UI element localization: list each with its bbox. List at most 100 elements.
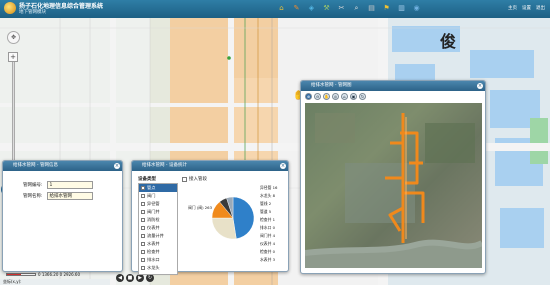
close-icon[interactable]: × [280,163,286,169]
image-tool-button[interactable]: ⊕ [305,93,312,100]
globe-icon[interactable]: ◉ [411,3,422,14]
device-pie-chart [211,196,255,240]
device-type-item[interactable]: 阀门井 [139,208,177,216]
device-type-item[interactable]: 水表井 [139,240,177,248]
device-panel-title: 给排水管网 - 设备统计 [142,163,187,168]
device-type-label: 管点 [147,185,156,190]
image-tool-button[interactable]: ⌂ [341,93,348,100]
scale-bar [6,273,36,276]
pie-label: 检查井 0 [260,249,276,254]
device-type-item[interactable]: 仪表井 [139,224,177,232]
device-type-item[interactable]: 管点 [139,184,177,192]
aerial-map-view[interactable] [305,103,482,268]
device-type-label: 阀门 [147,193,156,198]
checkbox-icon[interactable] [141,226,145,230]
device-panel-header: 给排水管网 - 设备统计 × [132,161,288,171]
pie-label: 水龙头 8 [260,193,276,198]
zoom-in-button[interactable]: + [8,52,18,62]
device-stats-panel: 给排水管网 - 设备统计 × 设备类型 接入管段 管点阀门异径管阀门井消防栓仪表… [131,160,289,275]
scale-text: 0 1366.20 0 2926.60 [38,272,80,277]
pipe-id-label: 管网编号: [23,183,43,188]
home-link[interactable]: 主页 [508,5,517,11]
image-panel-title: 给排水管网 - 管网图 [311,83,352,88]
device-type-item[interactable]: 检查井 [139,248,177,256]
nav-stop-icon[interactable]: ■ [126,274,134,282]
device-type-label: 流量计井 [147,233,164,238]
pie-label: 管道 5 [260,209,272,214]
measure-icon[interactable]: ✂ [336,3,347,14]
checkbox-icon[interactable] [141,186,145,190]
checkbox-icon[interactable] [141,242,145,246]
device-type-list: 管点阀门异径管阀门井消防栓仪表井 流量计井水表井检查井排水口水龙头 [138,183,178,275]
checkbox-icon[interactable] [141,250,145,254]
app-header: 扬子石化地理信息综合管理系统 地下管网模块 ⌂ ✎ ◈ ⚒ ✂ ⌕ ▤ ⚑ ▥ ◉ 主页 设置 退… [0,0,550,18]
checkbox-icon[interactable] [141,258,145,262]
status-line: 坐标(x,y): [0,279,110,285]
pan-control-icon[interactable]: ✥ [7,31,20,44]
image-tool-button[interactable]: ✋ [323,93,330,100]
device-type-label: 消防栓 [147,217,160,222]
map-label: 俊 [440,32,457,51]
pen-icon[interactable]: ✎ [291,3,302,14]
checkbox-icon[interactable] [141,210,145,214]
device-type-label: 阀门井 [147,209,160,214]
pie-label-left: 阀门 (阀) 263 [188,205,213,210]
zoom-slider[interactable] [12,58,15,163]
flag-icon[interactable]: ⚑ [381,3,392,14]
image-toolbar: ⊕ ⊖ ✋ ◎ ⌂ ▣ ↻ [305,93,366,100]
device-type-header: 设备类型 [138,177,156,182]
search-icon[interactable]: ⌕ [351,3,362,14]
image-tool-button[interactable]: ⊖ [314,93,321,100]
pie-label: 排水口 0 [260,225,276,230]
pie-label: 检查井 1 [260,217,276,222]
nav-refresh-icon[interactable]: ↻ [146,274,154,282]
pie-label: 管线 2 [260,201,272,206]
settings-link[interactable]: 设置 [522,5,531,11]
device-type-label: 水龙头 [147,265,160,270]
device-type-label: 异径管 [147,201,160,206]
tool-icon[interactable]: ⚒ [321,3,332,14]
close-icon[interactable]: × [477,83,483,89]
home-icon[interactable]: ⌂ [276,3,287,14]
image-tool-button[interactable]: ↻ [359,93,366,100]
network-image-panel: 给排水管网 - 管网图 × ⊕ ⊖ ✋ ◎ ⌂ ▣ ↻ [300,80,486,274]
device-type-item[interactable]: 消防栓 [139,216,177,224]
pie-label: 阀门井 4 [260,233,276,238]
checkbox-icon[interactable] [141,202,145,206]
print-icon[interactable]: ▤ [366,3,377,14]
checkbox-icon[interactable] [141,234,145,238]
device-type-item[interactable]: 排水口 [139,256,177,264]
checkbox-icon[interactable] [141,194,145,198]
close-icon[interactable]: × [114,163,120,169]
nav-prev-icon[interactable]: ◀ [116,274,124,282]
device-type-item[interactable]: 水龙头 [139,264,177,272]
pipe-name-field[interactable]: 给排水管网 [46,192,93,200]
device-type-label: 水表井 [147,241,160,246]
app-window: 扬子石化地理信息综合管理系统 地下管网模块 ⌂ ✎ ◈ ⚒ ✂ ⌕ ▤ ⚑ ▥ ◉ 主页 设置 退… [0,0,550,285]
aerial-features [305,113,482,268]
app-subtitle: 地下管网模块 [19,10,46,15]
pie-slice-0 [232,196,255,239]
nav-next-icon[interactable]: ▶ [136,274,144,282]
checkbox-icon[interactable] [141,218,145,222]
image-panel-header: 给排水管网 - 管网图 × [301,81,485,91]
checkbox-icon[interactable] [182,176,187,182]
pie-label: 仪表井 4 [260,241,276,246]
chart-icon[interactable]: ▥ [396,3,407,14]
image-tool-button[interactable]: ▣ [350,93,357,100]
show-connected-toggle[interactable]: 接入管段 [182,176,207,182]
device-type-item[interactable]: 异径管 [139,200,177,208]
checkbox-icon[interactable] [141,266,145,270]
image-tool-button[interactable]: ◎ [332,93,339,100]
logout-link[interactable]: 退出 [536,5,545,11]
device-type-label: 检查井 [147,249,160,254]
map-nav-buttons: ◀ ■ ▶ ↻ [116,274,154,282]
pipe-id-field[interactable]: 1 [46,181,93,189]
pie-slice-1 [211,217,237,240]
device-type-label: 排水口 [147,257,160,262]
device-type-item[interactable]: 流量计井 [139,232,177,240]
pipe-info-panel: 给排水管网 - 管网信息 × 管网编号: 1 管网名称: 给排水管网 [2,160,123,272]
layers-icon[interactable]: ◈ [306,3,317,14]
device-type-item[interactable]: 阀门 [139,192,177,200]
pie-label: 水表井 3 [260,257,276,262]
